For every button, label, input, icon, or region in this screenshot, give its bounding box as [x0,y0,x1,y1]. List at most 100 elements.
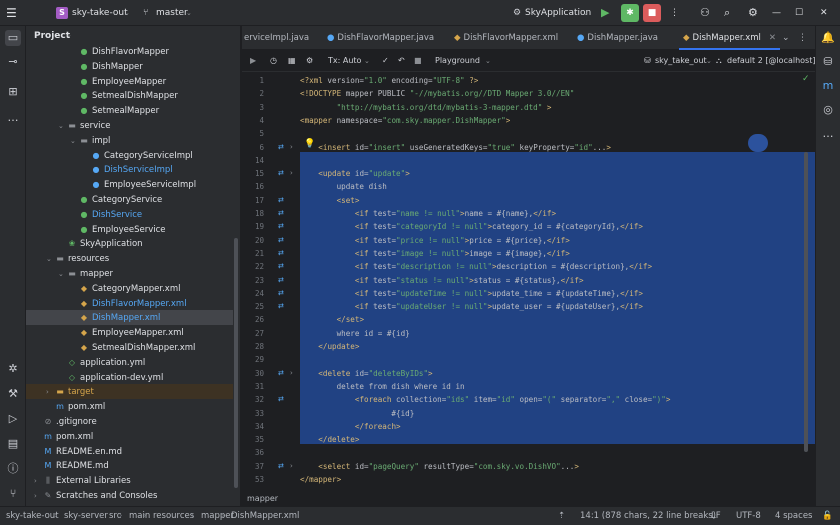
tree-item[interactable]: M README.en.md [26,444,233,459]
tree-item[interactable]: ◆ DishMapper.xml [26,310,233,326]
tree-item[interactable]: ⌄ ▬ impl [26,133,233,148]
stop-query-icon[interactable]: ■ [414,54,422,68]
mybatis-navigation-icon[interactable]: ⇄ [278,460,284,473]
tree-item[interactable]: ● DishService [26,207,233,222]
debug-icon[interactable]: ✱ [621,4,639,22]
tab-service-impl[interactable]: erviceImpl.java [244,26,309,50]
expand-arrow-icon[interactable]: ⌄ [46,252,55,267]
tree-item[interactable]: ● EmployeeService [26,222,233,237]
database-icon[interactable]: ⛁ [820,54,836,70]
mybatis-navigation-icon[interactable]: ⇄ [278,141,284,154]
mybatis-navigation-icon[interactable]: ⇄ [278,274,284,287]
more-icon[interactable]: ⋮ [798,26,807,50]
build-icon[interactable]: ⚒ [5,386,21,402]
tree-item[interactable]: ● CategoryServiceImpl [26,148,233,163]
problems-icon[interactable]: ⓘ [5,461,21,477]
editor-breadcrumb[interactable]: mapper [242,492,815,506]
history-icon[interactable]: ◷ [270,54,277,68]
line-separator[interactable]: LF [711,507,721,525]
breadcrumb-segment[interactable]: main [129,507,150,525]
playground-selector[interactable]: Playground [435,54,480,68]
expand-arrow-icon[interactable]: ⌄ [58,119,67,134]
run-icon[interactable]: ▶ [601,5,609,21]
tree-item[interactable]: ⊘ .gitignore [26,414,233,429]
expand-arrow-icon[interactable]: ⌄ [70,134,79,149]
mybatis-navigation-icon[interactable]: ⇄ [278,194,284,207]
more-tools-icon[interactable]: … [5,110,21,126]
more-tools-icon[interactable]: … [820,126,836,142]
maximize-icon[interactable]: ☐ [795,5,803,21]
mybatis-navigation-icon[interactable]: ⇄ [278,393,284,406]
tree-item[interactable]: ◇ application-dev.yml [26,370,233,385]
tree-item[interactable]: › ⫼ External Libraries [26,473,233,488]
expand-arrow-icon[interactable]: › [34,474,43,489]
tree-scrollbar[interactable] [234,238,238,488]
tree-item[interactable]: ● SetmealDishMapper [26,88,233,103]
tab-dishflavormapper-xml[interactable]: ◆ DishFlavorMapper.xml [454,26,558,50]
close-tab-icon[interactable]: ✕ [769,33,776,43]
tree-item[interactable]: ● DishServiceImpl [26,162,233,177]
gear-icon[interactable]: ⚙ [748,5,758,21]
mybatis-navigation-icon[interactable]: ⇄ [278,167,284,180]
code-editor[interactable]: <?xml version="1.0" encoding="UTF-8" ?> <… [300,72,815,492]
run-tool-icon[interactable]: ▷ [5,411,21,427]
maven-icon[interactable]: m [820,78,836,94]
breadcrumb-segment[interactable]: DishMapper.xml [231,507,299,525]
tree-item[interactable]: ● CategoryService [26,192,233,207]
expand-arrow-icon[interactable]: › [34,489,43,504]
ai-icon[interactable]: ◎ [820,102,836,118]
cursor-position[interactable]: 14:1 (878 chars, 22 line breaks) [580,507,716,525]
tree-item[interactable]: ◆ CategoryMapper.xml [26,281,233,296]
mybatis-navigation-icon[interactable]: ⇄ [278,234,284,247]
main-menu-icon[interactable]: ☰ [6,5,17,21]
fold-icon[interactable]: › [290,141,293,154]
tree-item[interactable]: ◇ application.yml [26,355,233,370]
mybatis-navigation-icon[interactable]: ⇄ [278,367,284,380]
expand-arrow-icon[interactable]: › [46,385,55,400]
tree-item[interactable]: ◆ EmployeeMapper.xml [26,325,233,340]
tree-item[interactable]: › ▬ target [26,384,233,400]
tab-dishmapper-xml[interactable]: ◆ DishMapper.xml ✕ [679,26,781,50]
upload-icon[interactable]: ⇡ [558,507,565,525]
tree-item[interactable]: ⌄ ▬ resources [26,251,233,266]
project-switcher[interactable]: sky-take-out [72,5,128,21]
tree-item[interactable]: ● EmployeeMapper [26,74,233,89]
table-icon[interactable]: ▦ [288,54,296,68]
more-actions-icon[interactable]: ⋮ [670,5,679,21]
settings-icon[interactable]: ⚙ [306,54,313,68]
rollback-icon[interactable]: ↶ [398,54,405,68]
git-icon[interactable]: ⑂ [5,486,21,502]
services-icon[interactable]: ✲ [5,361,21,377]
tree-item[interactable]: ◆ DishFlavorMapper.xml [26,296,233,311]
tree-item[interactable]: ● SetmealMapper [26,103,233,118]
file-encoding[interactable]: UTF-8 [736,507,761,525]
tree-item[interactable]: ⌄ ▬ service [26,118,233,133]
commit-icon[interactable]: ⊸ [5,54,21,70]
structure-icon[interactable]: ⊞ [5,84,21,100]
mybatis-navigation-icon[interactable]: ⇄ [278,220,284,233]
search-icon[interactable]: ⌕ [724,5,730,21]
add-user-icon[interactable]: ⚇ [700,5,710,21]
mybatis-navigation-icon[interactable]: ⇄ [278,260,284,273]
tree-item[interactable]: ● EmployeeServiceImpl [26,177,233,192]
expand-arrow-icon[interactable]: ⌄ [58,267,67,282]
breadcrumb-segment[interactable]: mapper [201,507,234,525]
tree-item[interactable]: ● DishMapper [26,59,233,74]
fold-icon[interactable]: › [290,367,293,380]
terminal-icon[interactable]: ▤ [5,436,21,452]
datasource-selector[interactable]: sky_take_out [655,54,707,68]
tree-item[interactable]: M README.md [26,458,233,473]
mybatis-navigation-icon[interactable]: ⇄ [278,300,284,313]
tree-item[interactable]: › ✎ Scratches and Consoles [26,488,233,503]
tree-item[interactable]: m pom.xml [26,429,233,444]
notifications-icon[interactable]: 🔔 [820,30,836,46]
branch-switcher[interactable]: master [156,5,188,21]
breadcrumb-segment[interactable]: resources [153,507,194,525]
run-config-selector[interactable]: SkyApplication [525,5,591,21]
mybatis-navigation-icon[interactable]: ⇄ [278,207,284,220]
minimize-icon[interactable]: — [772,5,781,21]
mybatis-navigation-icon[interactable]: ⇄ [278,287,284,300]
ai-assistant-icon[interactable] [748,134,768,152]
indent-setting[interactable]: 4 spaces [775,507,812,525]
fold-icon[interactable]: › [290,167,293,180]
